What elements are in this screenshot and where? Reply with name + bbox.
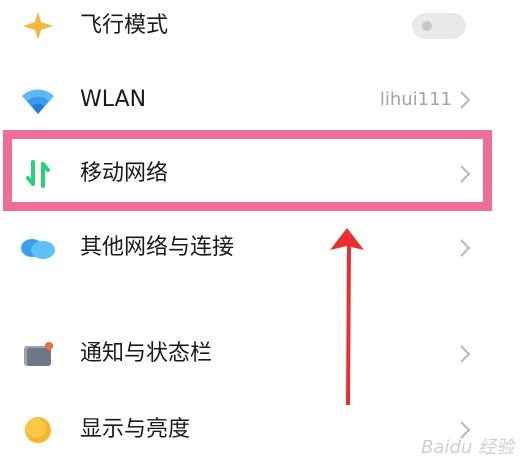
baidu-watermark: Baidu 经验 xyxy=(421,437,514,458)
arrow-shaft xyxy=(346,246,351,405)
annotation-arrow xyxy=(330,228,364,405)
